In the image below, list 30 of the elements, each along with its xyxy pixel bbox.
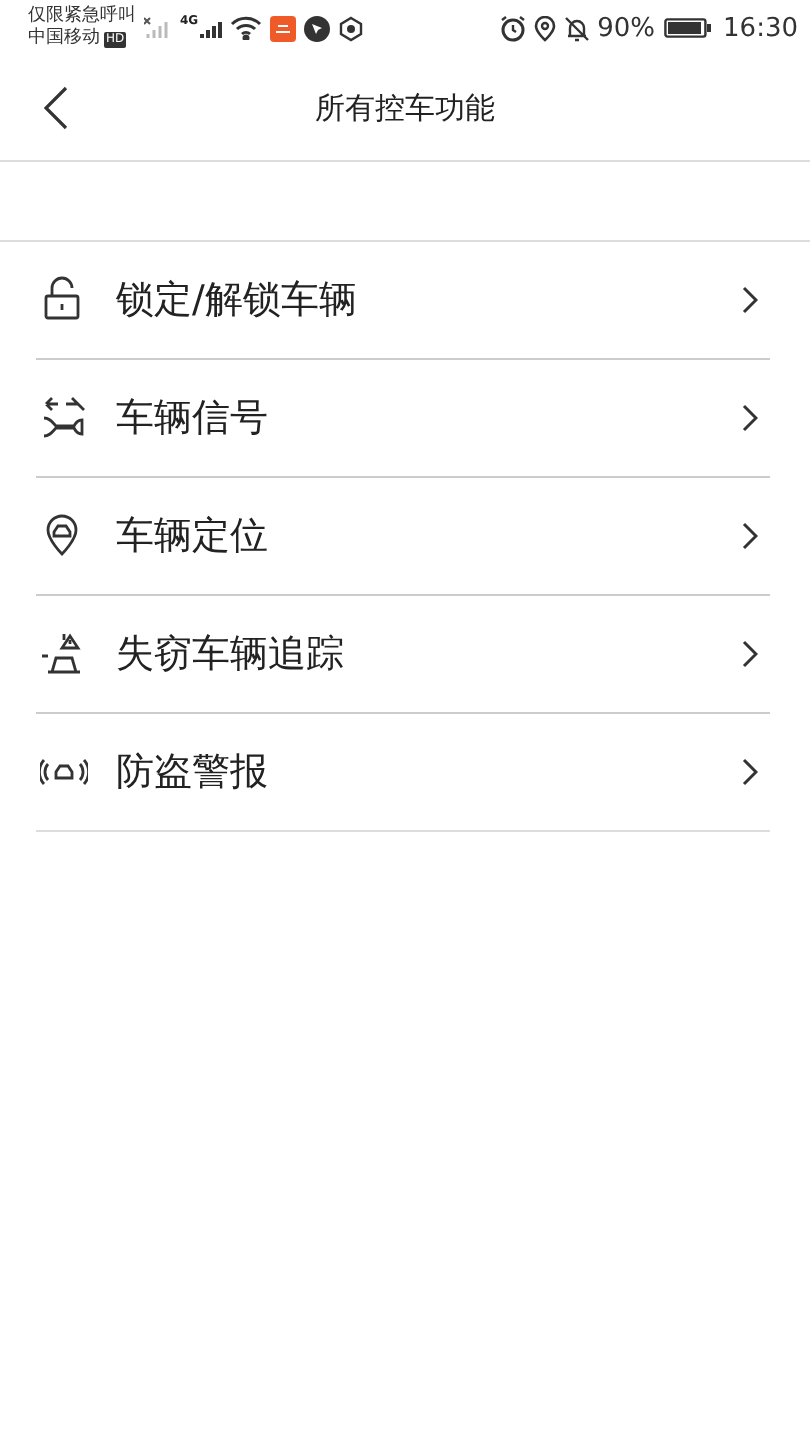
chevron-right-icon bbox=[742, 522, 758, 550]
location-icon bbox=[533, 15, 556, 41]
menu-label: 车辆信号 bbox=[116, 394, 270, 444]
app-icon bbox=[304, 15, 331, 41]
menu-item[interactable]: 锁定/解锁车辆 bbox=[36, 242, 770, 360]
clock: 16:30 bbox=[723, 13, 798, 43]
no-signal-icon bbox=[144, 16, 172, 40]
chevron-right-icon bbox=[742, 404, 758, 432]
app-icon bbox=[270, 15, 297, 41]
menu-item[interactable]: 车辆定位 bbox=[36, 478, 770, 596]
alarm-icon bbox=[499, 15, 526, 41]
chevron-right-icon bbox=[742, 286, 758, 314]
menu-label: 失窃车辆追踪 bbox=[116, 630, 346, 680]
battery-icon bbox=[663, 16, 712, 40]
carrier-text: 中国移动 bbox=[28, 28, 100, 50]
wifi-icon bbox=[230, 16, 263, 40]
chevron-right-icon bbox=[742, 758, 758, 786]
menu-label: 锁定/解锁车辆 bbox=[116, 276, 359, 326]
app-icon bbox=[338, 15, 365, 41]
menu-item[interactable]: 失窃车辆追踪 bbox=[36, 596, 770, 714]
battery-percent: 90% bbox=[597, 13, 656, 43]
bell-off-icon bbox=[563, 15, 590, 41]
signal-icon bbox=[198, 16, 223, 40]
menu-label: 车辆定位 bbox=[116, 512, 270, 562]
page-title: 所有控车功能 bbox=[315, 89, 495, 127]
carrier-text: 仅限紧急呼叫 bbox=[28, 6, 136, 27]
menu-item[interactable]: 车辆信号 bbox=[36, 360, 770, 478]
chevron-right-icon bbox=[742, 640, 758, 668]
car-signal-icon bbox=[40, 394, 88, 442]
menu-label: 防盗警报 bbox=[116, 748, 270, 798]
